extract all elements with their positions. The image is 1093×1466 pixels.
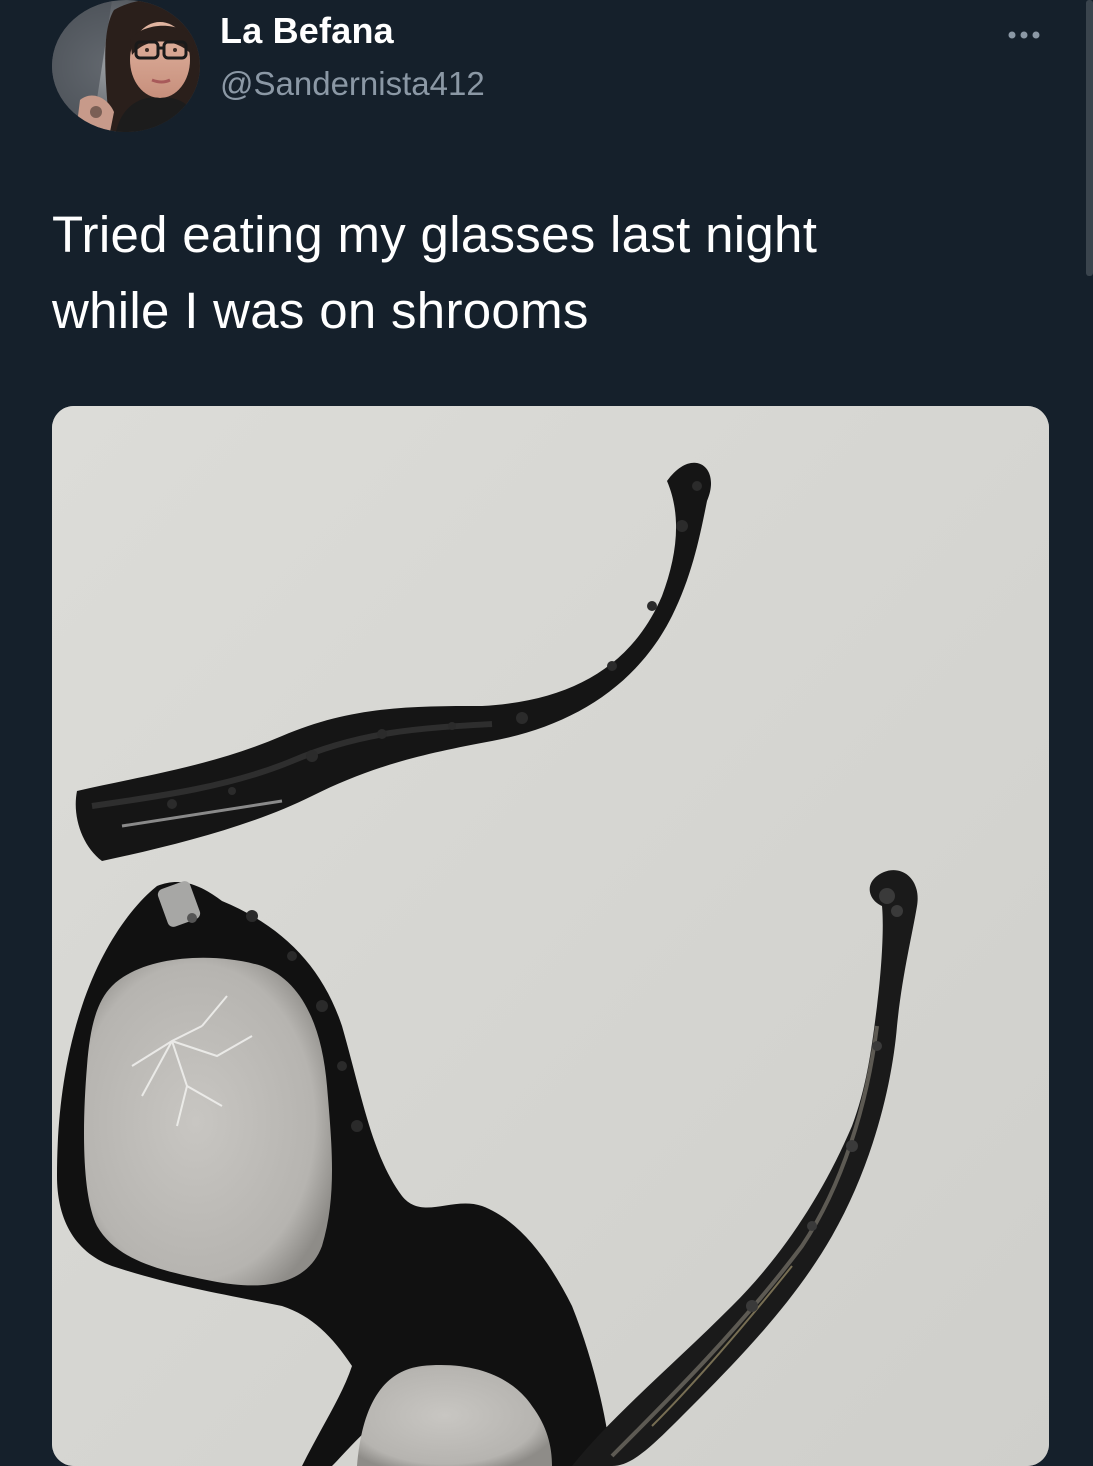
tweet-photo[interactable] (52, 406, 1049, 1466)
tweet: La Befana @Sandernista412 Tried eating m… (0, 0, 1093, 1466)
author-handle[interactable]: @Sandernista412 (220, 65, 485, 103)
tweet-text: Tried eating my glasses last night while… (52, 197, 1012, 349)
more-options-button[interactable] (1000, 20, 1060, 50)
author-display-name[interactable]: La Befana (220, 10, 394, 52)
tweet-text-line: while I was on shrooms (52, 282, 589, 339)
burnt-glasses-photo-icon (52, 406, 1049, 1466)
tweet-text-line: Tried eating my glasses last night (52, 206, 818, 263)
author-avatar[interactable] (52, 0, 200, 132)
user-avatar-photo-icon (52, 0, 200, 132)
scrollbar[interactable] (1086, 0, 1093, 276)
more-dots-icon (1008, 31, 1040, 39)
